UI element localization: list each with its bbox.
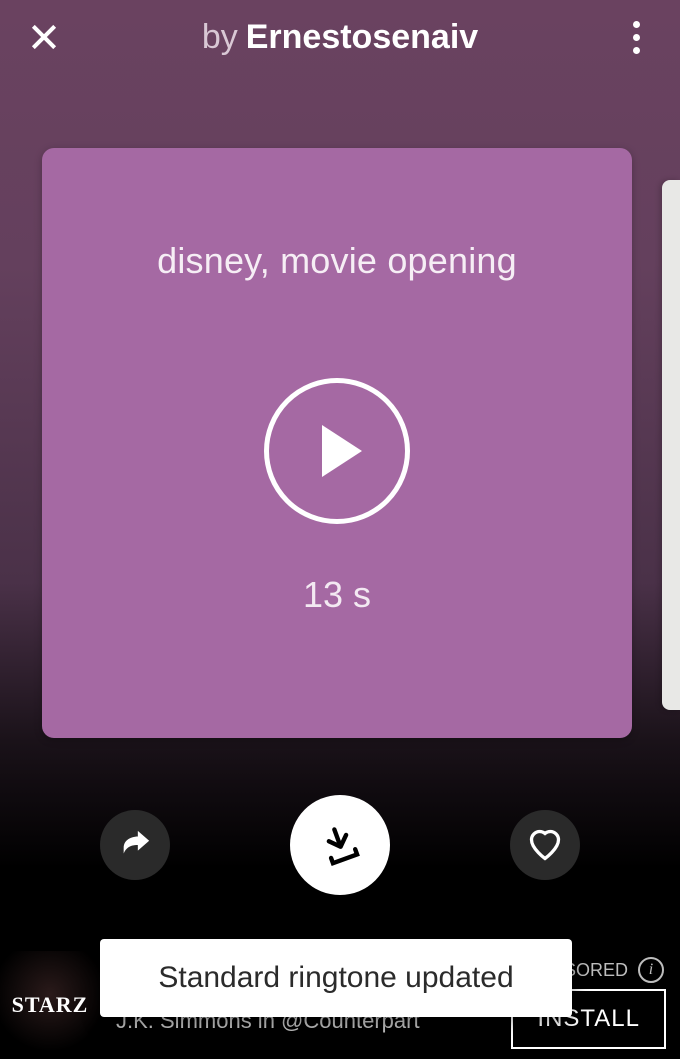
ringtone-card[interactable]: disney, movie opening 13 s — [42, 148, 632, 738]
info-icon[interactable]: i — [638, 957, 664, 983]
header: by Ernestosenaiv — [0, 0, 680, 74]
play-button[interactable] — [264, 378, 410, 524]
more-vertical-icon — [633, 21, 640, 54]
download-set-icon — [318, 823, 362, 867]
set-ringtone-button[interactable] — [290, 795, 390, 895]
ringtone-title: disney, movie opening — [157, 240, 517, 282]
author-name[interactable]: Ernestosenaiv — [246, 18, 478, 57]
play-icon — [322, 425, 362, 477]
screen: by Ernestosenaiv disney, movie opening 1… — [0, 0, 680, 1059]
toast-message: Standard ringtone updated — [100, 939, 572, 1017]
by-label: by — [202, 18, 238, 57]
sponsored-label: SORED — [564, 960, 628, 981]
more-options-button[interactable] — [616, 17, 656, 57]
duration-label: 13 s — [303, 574, 371, 616]
close-icon — [28, 21, 60, 53]
favorite-button[interactable] — [510, 810, 580, 880]
heart-icon — [527, 827, 563, 863]
action-bar — [0, 790, 680, 900]
share-button[interactable] — [100, 810, 170, 880]
close-button[interactable] — [24, 17, 64, 57]
ad-logo: STARZ — [0, 951, 100, 1059]
page-title: by Ernestosenaiv — [202, 18, 478, 57]
share-arrow-icon — [118, 828, 152, 862]
ad-sponsored-row: SORED i — [564, 957, 664, 983]
next-card-peek[interactable] — [662, 180, 680, 710]
